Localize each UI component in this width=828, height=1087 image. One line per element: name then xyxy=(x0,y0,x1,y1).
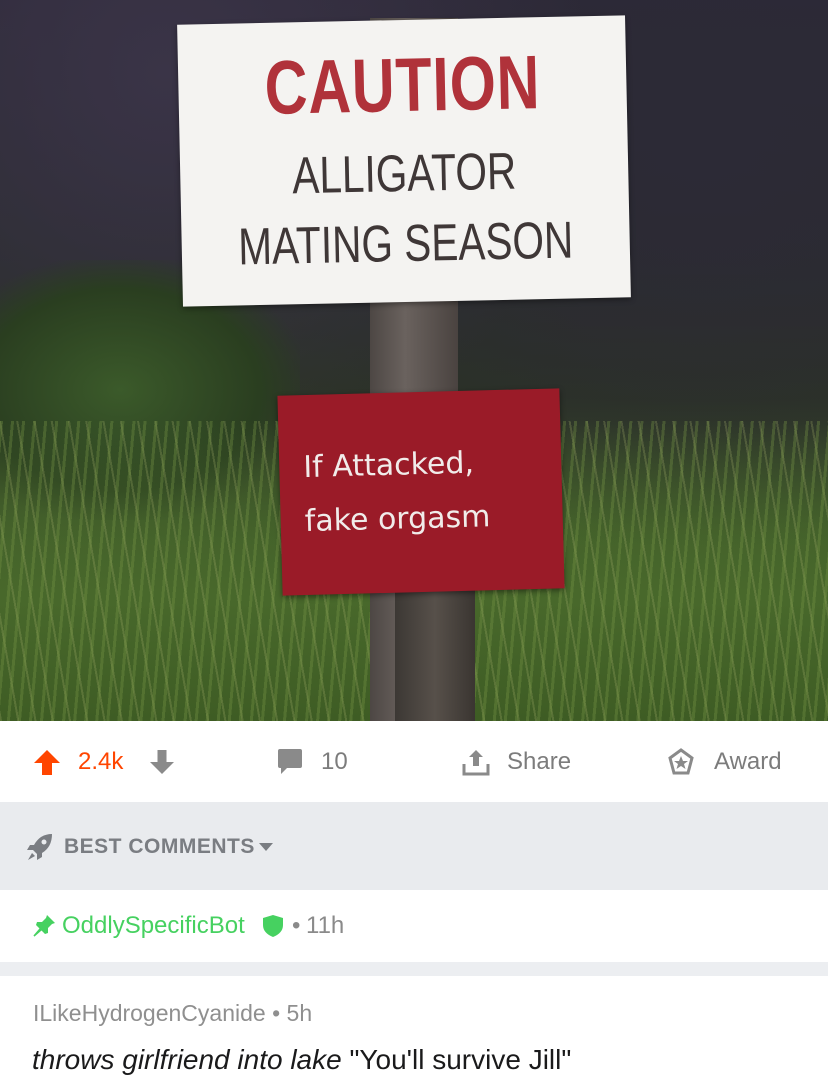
award-button[interactable]: Award xyxy=(666,747,782,777)
comment-body-italic: throws girlfriend into lake xyxy=(32,1044,342,1075)
post-image[interactable]: CAUTION ALLIGATOR MATING SEASON If Attac… xyxy=(0,0,828,721)
post-action-bar: 2.4k 10 Share Award xyxy=(0,721,828,802)
comment-time: 5h xyxy=(286,1000,313,1026)
rocket-icon xyxy=(27,834,52,860)
comment-author[interactable]: ILikeHydrogenCyanide xyxy=(33,1000,266,1026)
warning-sign-line1: If Attacked, xyxy=(302,445,475,486)
downvote-button[interactable] xyxy=(148,747,176,777)
pinned-comment[interactable]: OddlySpecificBot • 11h xyxy=(0,890,828,962)
comments-count: 10 xyxy=(321,748,348,775)
award-icon xyxy=(668,748,694,775)
downvote-arrow-icon xyxy=(150,750,174,774)
caret-down-icon xyxy=(259,843,273,851)
pinned-comment-time: 11h xyxy=(306,912,345,939)
pinned-comment-separator: • xyxy=(292,912,301,939)
pinned-comment-author[interactable]: OddlySpecificBot xyxy=(62,912,245,940)
caution-sign-line2: ALLIGATOR xyxy=(291,142,517,206)
pin-icon xyxy=(33,915,55,937)
mod-shield-icon xyxy=(263,915,283,937)
sign-post-lower xyxy=(395,580,475,721)
share-label: Share xyxy=(507,748,572,775)
comment[interactable]: ILikeHydrogenCyanide • 5h throws girlfri… xyxy=(0,976,828,1087)
caution-sign-line3: MATING SEASON xyxy=(237,211,574,277)
comments-button[interactable]: 10 xyxy=(275,747,348,777)
warning-sign: If Attacked, fake orgasm xyxy=(277,388,565,596)
caution-sign-line1: CAUTION xyxy=(263,40,542,131)
comment-bubble-icon xyxy=(278,749,302,774)
comment-body: throws girlfriend into lake "You'll surv… xyxy=(32,1044,571,1076)
comment-sort-bar[interactable]: BEST COMMENTS xyxy=(0,802,828,890)
warning-sign-line2: fake orgasm xyxy=(304,499,491,540)
vote-score: 2.4k xyxy=(78,748,124,775)
comment-meta: ILikeHydrogenCyanide • 5h xyxy=(33,1000,312,1027)
comment-divider xyxy=(0,962,828,976)
comment-body-quote: "You'll survive Jill" xyxy=(341,1044,572,1075)
upvote-arrow-icon xyxy=(34,750,60,775)
share-button[interactable]: Share xyxy=(461,747,571,777)
share-icon xyxy=(462,750,490,776)
award-label: Award xyxy=(714,748,782,775)
comment-separator: • xyxy=(272,1000,281,1026)
caution-sign: CAUTION ALLIGATOR MATING SEASON xyxy=(177,15,631,307)
upvote-button[interactable] xyxy=(32,747,62,777)
sort-label: BEST COMMENTS xyxy=(64,835,255,858)
